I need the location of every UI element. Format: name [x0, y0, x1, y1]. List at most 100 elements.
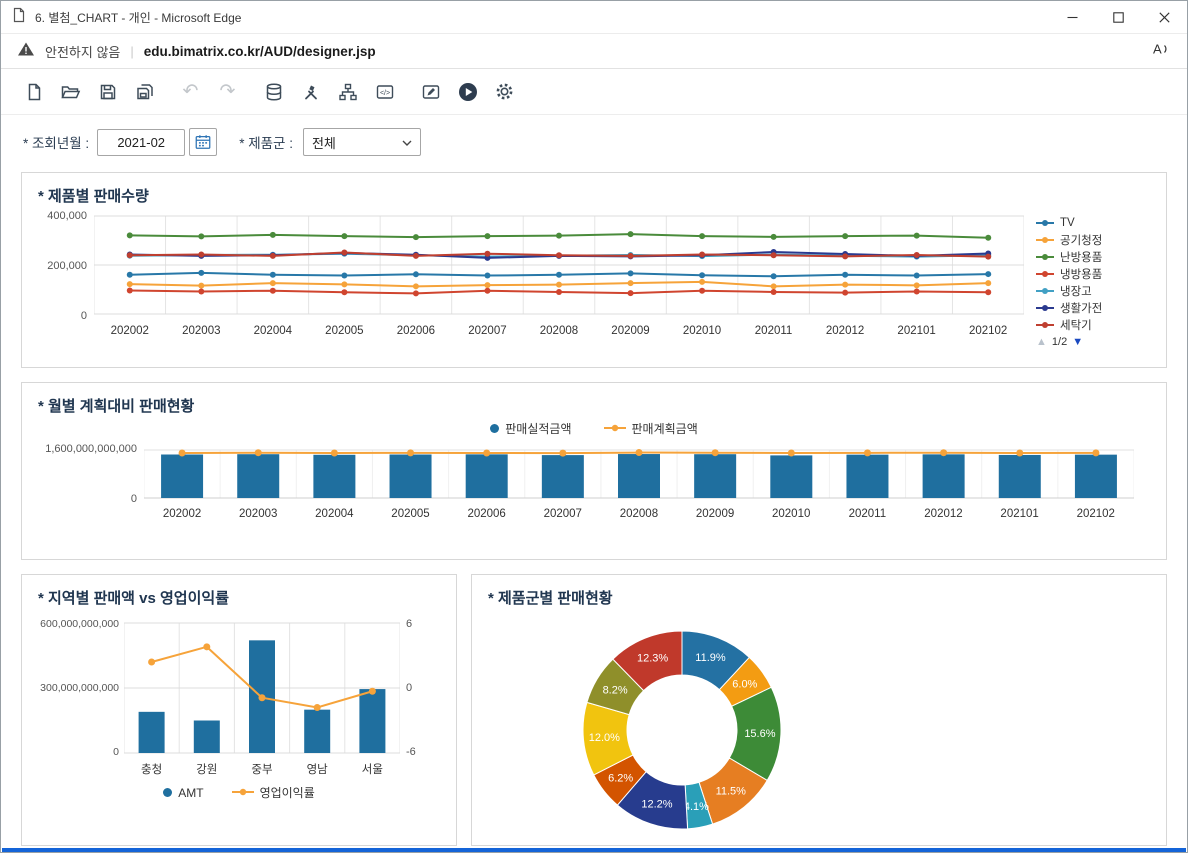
bar-202008[interactable]: [618, 454, 660, 498]
chart-legend: AMT 영업이익률: [22, 784, 456, 801]
title-bar: 6. 별첨_CHART - 개인 - Microsoft Edge: [1, 1, 1187, 33]
bar-강원[interactable]: [194, 721, 220, 754]
minimize-button[interactable]: [1049, 1, 1095, 33]
x-tick-label: 202003: [220, 508, 296, 520]
legend-item-냉방용품[interactable]: 냉방용품: [1036, 265, 1158, 282]
security-label[interactable]: 안전하지 않음: [45, 42, 120, 61]
bar-영남[interactable]: [304, 710, 330, 753]
line-chart: [94, 210, 1024, 322]
save-as-button[interactable]: [126, 74, 163, 110]
data-point: [127, 232, 133, 238]
legend-label: 냉장고: [1060, 283, 1092, 299]
combo-chart: [124, 618, 400, 758]
x-axis-labels: 2020022020032020042020052020062020072020…: [94, 325, 1028, 337]
x-tick-label: 202006: [449, 508, 525, 520]
x-tick-label: 202010: [666, 325, 738, 337]
security-warning-icon: [17, 41, 35, 62]
read-aloud-icon[interactable]: A: [1149, 40, 1171, 63]
close-button[interactable]: [1141, 1, 1187, 33]
data-point: [556, 289, 562, 295]
legend-page-text: 1/2: [1052, 336, 1067, 348]
settings-button[interactable]: [486, 74, 523, 110]
legend-item-냉장고[interactable]: 냉장고: [1036, 282, 1158, 299]
bar-202012[interactable]: [923, 454, 965, 498]
bar-202011[interactable]: [846, 455, 888, 498]
legend-item-세탁기[interactable]: 세탁기: [1036, 316, 1158, 333]
data-point: [985, 235, 991, 241]
sitemap-button[interactable]: [329, 74, 366, 110]
data-point: [413, 253, 419, 259]
url-text[interactable]: edu.bimatrix.co.kr/AUD/designer.jsp: [144, 44, 376, 59]
legend-line-dot-icon: [1036, 269, 1054, 279]
address-bar[interactable]: 안전하지 않음 | edu.bimatrix.co.kr/AUD/designe…: [1, 33, 1187, 69]
bar-202007[interactable]: [542, 455, 584, 498]
legend-page-down-icon[interactable]: ▼: [1072, 336, 1083, 348]
legend-item-난방용품[interactable]: 난방용품: [1036, 248, 1158, 265]
data-point: [1016, 450, 1023, 457]
bar-202005[interactable]: [390, 455, 432, 499]
data-point: [270, 288, 276, 294]
save-button[interactable]: [89, 74, 126, 110]
y-tick-label: 400,000: [47, 210, 87, 222]
bar-202009[interactable]: [694, 454, 736, 498]
panel-monthly-plan-vs-actual: * 월별 계획대비 판매현황 판매실적금액 판매계획금액 1,600,000,0…: [21, 382, 1167, 560]
x-tick-label: 202003: [166, 325, 238, 337]
data-point: [712, 449, 719, 456]
undo-button[interactable]: ↶: [172, 74, 209, 110]
x-tick-label: 서울: [345, 761, 400, 777]
data-point: [842, 272, 848, 278]
bar-서울[interactable]: [359, 689, 385, 753]
legend-item-생활가전[interactable]: 생활가전: [1036, 299, 1158, 316]
data-point: [341, 233, 347, 239]
donut-chart: 11.9%6.0%15.6%11.5%4.1%12.2%6.2%12.0%8.2…: [564, 612, 800, 848]
donut-label: 6.0%: [732, 678, 757, 690]
x-tick-label: 202004: [296, 508, 372, 520]
run-button[interactable]: [449, 74, 486, 110]
x-tick-label: 202011: [738, 325, 810, 337]
x-tick-label: 202102: [952, 325, 1024, 337]
maximize-button[interactable]: [1095, 1, 1141, 33]
data-point: [259, 694, 266, 701]
data-point: [556, 272, 562, 278]
legend-item-profit-rate[interactable]: 영업이익률: [232, 784, 315, 801]
edit-button[interactable]: [412, 74, 449, 110]
toolbar: ↶ ↷ </>: [1, 69, 1187, 115]
date-input[interactable]: [97, 129, 185, 156]
window-accent-bar: [2, 848, 1186, 852]
data-point: [842, 282, 848, 288]
panel-region-sales-vs-profit: * 지역별 판매액 vs 영업이익률 600,000,000,000300,00…: [21, 574, 457, 846]
legend-item-plan[interactable]: 판매계획금액: [604, 420, 698, 437]
undo-icon: ↶: [183, 82, 199, 101]
data-point: [484, 273, 490, 279]
tools-button[interactable]: [292, 74, 329, 110]
redo-button[interactable]: ↷: [209, 74, 246, 110]
panel-title-monthly: * 월별 계획대비 판매현황: [22, 383, 1166, 418]
legend-page-up-icon[interactable]: ▲: [1036, 336, 1047, 348]
bar-202102[interactable]: [1075, 455, 1117, 498]
data-point: [771, 273, 777, 279]
data-point: [198, 233, 204, 239]
data-point: [413, 234, 419, 240]
left-axis-labels: 600,000,000,000300,000,000,0000: [32, 618, 124, 758]
bar-202010[interactable]: [770, 455, 812, 498]
legend-item-TV[interactable]: TV: [1036, 214, 1158, 231]
product-select[interactable]: 전체: [303, 128, 421, 156]
calendar-button[interactable]: [189, 128, 217, 156]
bar-202101[interactable]: [999, 455, 1041, 498]
open-folder-button[interactable]: [52, 74, 89, 110]
bar-충청[interactable]: [139, 712, 165, 753]
legend-item-amt[interactable]: AMT: [163, 786, 203, 800]
data-point: [1092, 449, 1099, 456]
bar-202002[interactable]: [161, 455, 203, 499]
code-editor-button[interactable]: </>: [366, 74, 403, 110]
x-tick-label: 202005: [372, 508, 448, 520]
data-point: [628, 253, 634, 259]
bar-202004[interactable]: [313, 455, 355, 498]
new-document-button[interactable]: [15, 74, 52, 110]
bar-202003[interactable]: [237, 454, 279, 498]
legend-item-공기청정[interactable]: 공기청정: [1036, 231, 1158, 248]
bar-202006[interactable]: [466, 454, 508, 498]
chevron-down-icon: [402, 135, 412, 150]
database-button[interactable]: [255, 74, 292, 110]
legend-item-actual[interactable]: 판매실적금액: [490, 420, 571, 437]
